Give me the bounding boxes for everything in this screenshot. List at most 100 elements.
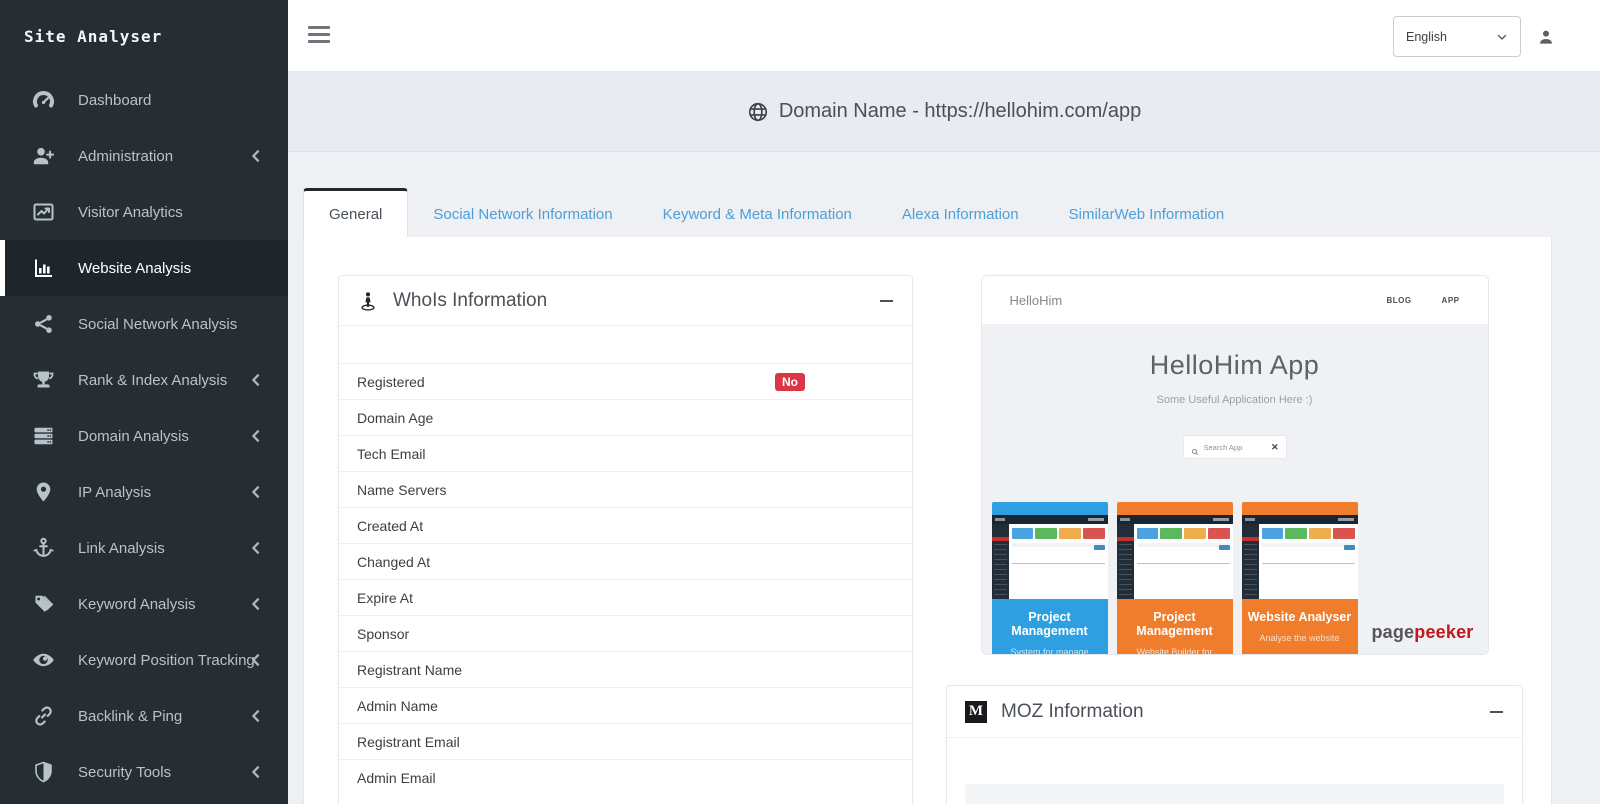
sidebar-item-domain-analysis[interactable]: Domain Analysis [0, 408, 288, 464]
table-row: Admin Name [339, 687, 912, 723]
sidebar-nav: Dashboard Administration Visitor Analyti… [0, 72, 288, 800]
whois-card: WhoIs Information Registered No Domain A… [338, 275, 913, 804]
row-label: Admin Email [357, 770, 436, 786]
right-column: HelloHim BLOG APP HelloHim App Some Usef… [946, 275, 1523, 804]
chevron-left-icon [248, 428, 264, 444]
row-label: Expire At [357, 590, 413, 606]
globe-icon [747, 101, 769, 123]
preview-brand: HelloHim [1010, 293, 1063, 308]
app-card-title: Project Management [992, 610, 1108, 638]
tab-keyword-meta-information[interactable]: Keyword & Meta Information [638, 188, 877, 237]
tab-bar: General Social Network Information Keywo… [303, 188, 1249, 237]
sidebar-item-label: Visitor Analytics [78, 204, 183, 221]
sidebar-item-keyword-position-tracking[interactable]: Keyword Position Tracking [0, 632, 288, 688]
sidebar-item-label: Website Analysis [78, 260, 191, 277]
row-label: Sponsor [357, 626, 409, 642]
chevron-left-icon [248, 372, 264, 388]
table-row: Changed At [339, 543, 912, 579]
preview-nav-app: APP [1442, 296, 1460, 305]
anchor-icon [26, 535, 60, 561]
server-icon [26, 423, 60, 449]
preview-search-placeholder: Search App [1204, 443, 1243, 452]
preview-hero: HelloHim App Some Useful Application Her… [982, 324, 1488, 654]
app-card-project-management-orange: Project Management Website Builder for b… [1117, 502, 1233, 655]
chevron-left-icon [248, 764, 264, 780]
preview-subheading: Some Useful Application Here :) [982, 394, 1488, 406]
website-preview-thumbnail[interactable]: HelloHim BLOG APP HelloHim App Some Usef… [981, 275, 1489, 655]
tab-general[interactable]: General [303, 188, 408, 237]
app-card-website-analyser: Website Analyser Analyse the website [1242, 502, 1358, 655]
sidebar-item-label: IP Analysis [78, 484, 151, 501]
chevron-left-icon [248, 596, 264, 612]
bar-chart-icon [26, 255, 60, 281]
app-card-title: Website Analyser [1242, 610, 1358, 624]
street-view-icon [357, 290, 379, 312]
sidebar-item-backlink-ping[interactable]: Backlink & Ping [0, 688, 288, 744]
sidebar-item-rank-index-analysis[interactable]: Rank & Index Analysis [0, 352, 288, 408]
eye-icon [26, 647, 60, 673]
row-label: Name Servers [357, 482, 446, 498]
preview-search-box: Search App ✕ [1184, 436, 1286, 458]
whois-card-header: WhoIs Information [339, 276, 912, 326]
app-card-project-management-blue: Project Management System for manage pro… [992, 502, 1108, 655]
trophy-icon [26, 367, 60, 393]
chevron-left-icon [248, 148, 264, 164]
tab-similarweb-information[interactable]: SimilarWeb Information [1044, 188, 1250, 237]
row-label: Registered [357, 374, 425, 390]
speedometer-icon [26, 87, 60, 113]
sidebar-item-keyword-analysis[interactable]: Keyword Analysis [0, 576, 288, 632]
sidebar-item-label: Keyword Position Tracking [78, 652, 255, 669]
sidebar-item-administration[interactable]: Administration [0, 128, 288, 184]
hamburger-menu-icon[interactable] [308, 26, 330, 47]
table-row: Registrant Name [339, 651, 912, 687]
sidebar-item-ip-analysis[interactable]: IP Analysis [0, 464, 288, 520]
table-row: Expire At [339, 579, 912, 615]
moz-card: M MOZ Information [946, 685, 1523, 804]
collapse-minus-icon[interactable] [1490, 705, 1504, 719]
tab-alexa-information[interactable]: Alexa Information [877, 188, 1044, 237]
row-label: Admin Name [357, 698, 438, 714]
line-chart-icon [26, 199, 60, 225]
user-icon[interactable] [1536, 27, 1556, 47]
sidebar-item-label: Security Tools [78, 764, 171, 781]
search-icon [1191, 443, 1199, 451]
sidebar-item-visitor-analytics[interactable]: Visitor Analytics [0, 184, 288, 240]
app-card-subtitle: System for manage project, [992, 647, 1108, 655]
app-logo: Site Analyser [0, 0, 288, 72]
sidebar-item-dashboard[interactable]: Dashboard [0, 72, 288, 128]
share-icon [26, 311, 60, 337]
main-content: General Social Network Information Keywo… [288, 153, 1600, 804]
table-row: Created At [339, 507, 912, 543]
person-plus-icon [26, 143, 60, 169]
sidebar-item-label: Link Analysis [78, 540, 165, 557]
sidebar-item-label: Administration [78, 148, 173, 165]
sidebar-item-label: Dashboard [78, 92, 151, 109]
domain-header: Domain Name - https://hellohim.com/app [288, 72, 1600, 152]
table-row: Sponsor [339, 615, 912, 651]
sidebar-item-link-analysis[interactable]: Link Analysis [0, 520, 288, 576]
table-row: Admin Email [339, 759, 912, 795]
chain-icon [26, 703, 60, 729]
tags-icon [26, 591, 60, 617]
sidebar-item-website-analysis[interactable]: Website Analysis [0, 240, 288, 296]
mini-dashboard-thumbnail [992, 515, 1108, 599]
sidebar-item-label: Domain Analysis [78, 428, 189, 445]
topbar: English [288, 0, 1600, 72]
collapse-minus-icon[interactable] [880, 294, 894, 308]
moz-card-header: M MOZ Information [947, 686, 1522, 738]
sidebar-item-social-network-analysis[interactable]: Social Network Analysis [0, 296, 288, 352]
app-card-title: Project Management [1117, 610, 1233, 638]
table-row: Name Servers [339, 471, 912, 507]
language-select[interactable]: English [1393, 16, 1521, 57]
sidebar-item-label: Social Network Analysis [78, 316, 237, 333]
tab-content-panel: WhoIs Information Registered No Domain A… [303, 237, 1552, 804]
language-selected-value: English [1406, 30, 1447, 44]
row-label: Tech Email [357, 446, 425, 462]
shield-icon [26, 759, 60, 785]
app-card-subtitle: Analyse the website [1242, 633, 1358, 643]
sidebar-item-security-tools[interactable]: Security Tools [0, 744, 288, 800]
sidebar: Site Analyser Dashboard Administration V… [0, 0, 288, 804]
row-label: Registrant Name [357, 662, 462, 678]
preview-app-cards: Project Management System for manage pro… [992, 502, 1358, 655]
tab-social-network-information[interactable]: Social Network Information [408, 188, 637, 237]
